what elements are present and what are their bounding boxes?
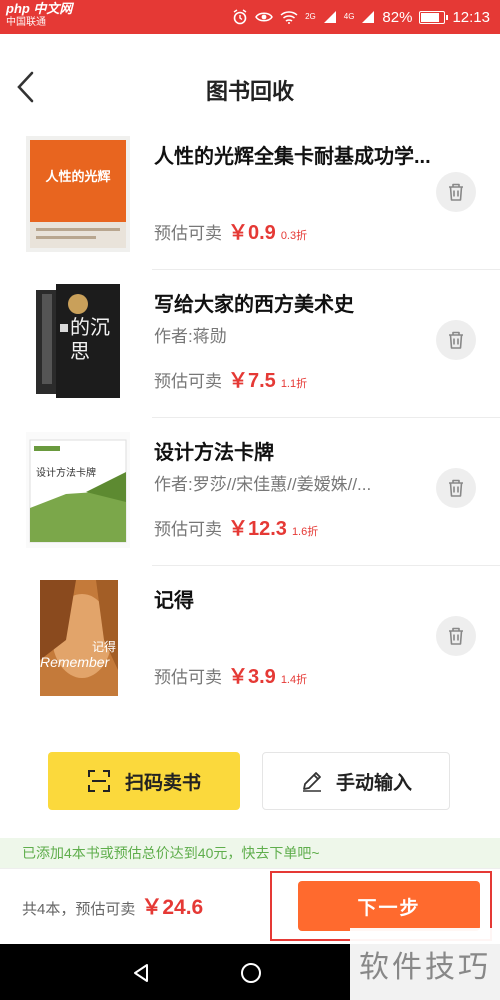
header: 图书回收 xyxy=(0,34,500,130)
triangle-back-icon xyxy=(134,964,148,982)
battery-percent: 82% xyxy=(382,8,413,26)
delete-button[interactable] xyxy=(436,468,476,508)
price-label: 预估可卖 xyxy=(154,520,222,539)
wifi-icon xyxy=(280,11,298,24)
trash-icon xyxy=(449,627,463,645)
scan-sell-label: 扫码卖书 xyxy=(124,772,201,794)
manual-input-button[interactable]: 手动输入 xyxy=(262,752,450,810)
book-cover: 设计方法卡牌 xyxy=(26,432,130,548)
price-row: 预估可卖 ￥3.9 1.4折 xyxy=(154,660,307,689)
notice-bar: 已添加4本书或预估总价达到40元，快去下单吧~ xyxy=(0,838,500,868)
delete-button[interactable] xyxy=(436,172,476,212)
signal-icon-2 xyxy=(362,11,375,23)
discount-label: 1.6折 xyxy=(291,526,319,538)
status-left: php 中文网 中国联通 xyxy=(6,2,72,30)
price-value: ￥3.9 xyxy=(228,666,276,688)
price-row: 预估可卖 ￥0.9 0.3折 xyxy=(154,216,307,245)
signal-icon xyxy=(323,11,336,23)
price-label: 预估可卖 xyxy=(154,372,222,391)
status-right: 2G 4G 82% 12:13 xyxy=(232,8,490,26)
book-list: 人性的光辉 人性的光辉全集卡耐基成功学... 预估可卖 ￥0.9 0.3折 的沉… xyxy=(0,122,500,714)
clock: 12:13 xyxy=(452,8,490,26)
nav-back-button[interactable] xyxy=(126,958,156,988)
corner-watermark: 软件技巧 xyxy=(350,928,500,1000)
book-item[interactable]: 人性的光辉 人性的光辉全集卡耐基成功学... 预估可卖 ￥0.9 0.3折 xyxy=(0,122,500,270)
action-row: 扫码卖书 手动输入 xyxy=(0,752,500,812)
book-cover: 人性的光辉 xyxy=(26,136,130,252)
order-summary: 共4本，预估可卖 ￥24.6 xyxy=(22,891,203,921)
cover-title: 的沉思 xyxy=(70,317,110,363)
discount-label: 0.3折 xyxy=(280,230,308,242)
book-cover: Remember 记得 xyxy=(26,580,130,696)
scan-icon xyxy=(87,770,110,792)
pencil-icon xyxy=(302,772,321,792)
status-bar: php 中文网 中国联通 2G 4G 82% 12:13 xyxy=(0,0,500,34)
page-title: 图书回收 xyxy=(205,79,294,104)
signal-4g-tag: 4G xyxy=(343,12,355,21)
delete-button[interactable] xyxy=(436,616,476,656)
cover-title: 人性的光辉 xyxy=(45,169,111,184)
delete-button[interactable] xyxy=(436,320,476,360)
summary-text: 共4本，预估可卖 xyxy=(22,901,136,918)
book-item[interactable]: 设计方法卡牌 设计方法卡牌 作者:罗莎//宋佳蕙//姜嫒姝//... 预估可卖 … xyxy=(0,418,500,566)
price-value: ￥7.5 xyxy=(228,370,276,392)
book-item[interactable]: 的沉思 写给大家的西方美术史 作者:蒋勋 预估可卖 ￥7.5 1.1折 xyxy=(0,270,500,418)
cover-title-en: Remember xyxy=(40,654,110,670)
price-row: 预估可卖 ￥12.3 1.6折 xyxy=(154,512,318,541)
book-title: 记得 xyxy=(154,590,194,612)
trash-icon xyxy=(449,183,463,201)
price-value: ￥12.3 xyxy=(228,518,287,540)
next-step-button[interactable]: 下一步 xyxy=(298,881,480,931)
book-cover: 的沉思 xyxy=(26,284,130,400)
discount-label: 1.1折 xyxy=(280,378,308,390)
carrier-label: 中国联通 xyxy=(6,17,46,28)
alarm-icon xyxy=(233,9,247,25)
book-title: 写给大家的西方美术史 xyxy=(154,294,354,316)
watermark-logo: php 中文网 xyxy=(6,1,73,16)
total-price: ￥24.6 xyxy=(141,896,204,919)
book-author: 作者:蒋勋 xyxy=(154,327,227,346)
discount-label: 1.4折 xyxy=(280,674,308,686)
book-title: 设计方法卡牌 xyxy=(154,442,274,464)
signal-2g-tag: 2G xyxy=(305,12,316,21)
book-item[interactable]: Remember 记得 记得 预估可卖 ￥3.9 1.4折 xyxy=(0,566,500,714)
trash-icon xyxy=(449,479,463,497)
price-label: 预估可卖 xyxy=(154,224,222,243)
book-title: 人性的光辉全集卡耐基成功学... xyxy=(154,146,431,168)
price-row: 预估可卖 ￥7.5 1.1折 xyxy=(154,364,307,393)
book-author: 作者:罗莎//宋佳蕙//姜嫒姝//... xyxy=(154,475,372,494)
eye-icon xyxy=(255,12,273,22)
battery-icon xyxy=(419,10,449,24)
cover-title: 设计方法卡牌 xyxy=(36,468,96,479)
manual-input-label: 手动输入 xyxy=(335,772,412,794)
price-value: ￥0.9 xyxy=(228,222,276,244)
nav-home-button[interactable] xyxy=(236,958,266,988)
circle-home-icon xyxy=(241,963,261,983)
trash-icon xyxy=(449,331,463,349)
cover-title: 记得 xyxy=(92,640,117,654)
price-label: 预估可卖 xyxy=(154,668,222,687)
scan-sell-button[interactable]: 扫码卖书 xyxy=(48,752,240,810)
